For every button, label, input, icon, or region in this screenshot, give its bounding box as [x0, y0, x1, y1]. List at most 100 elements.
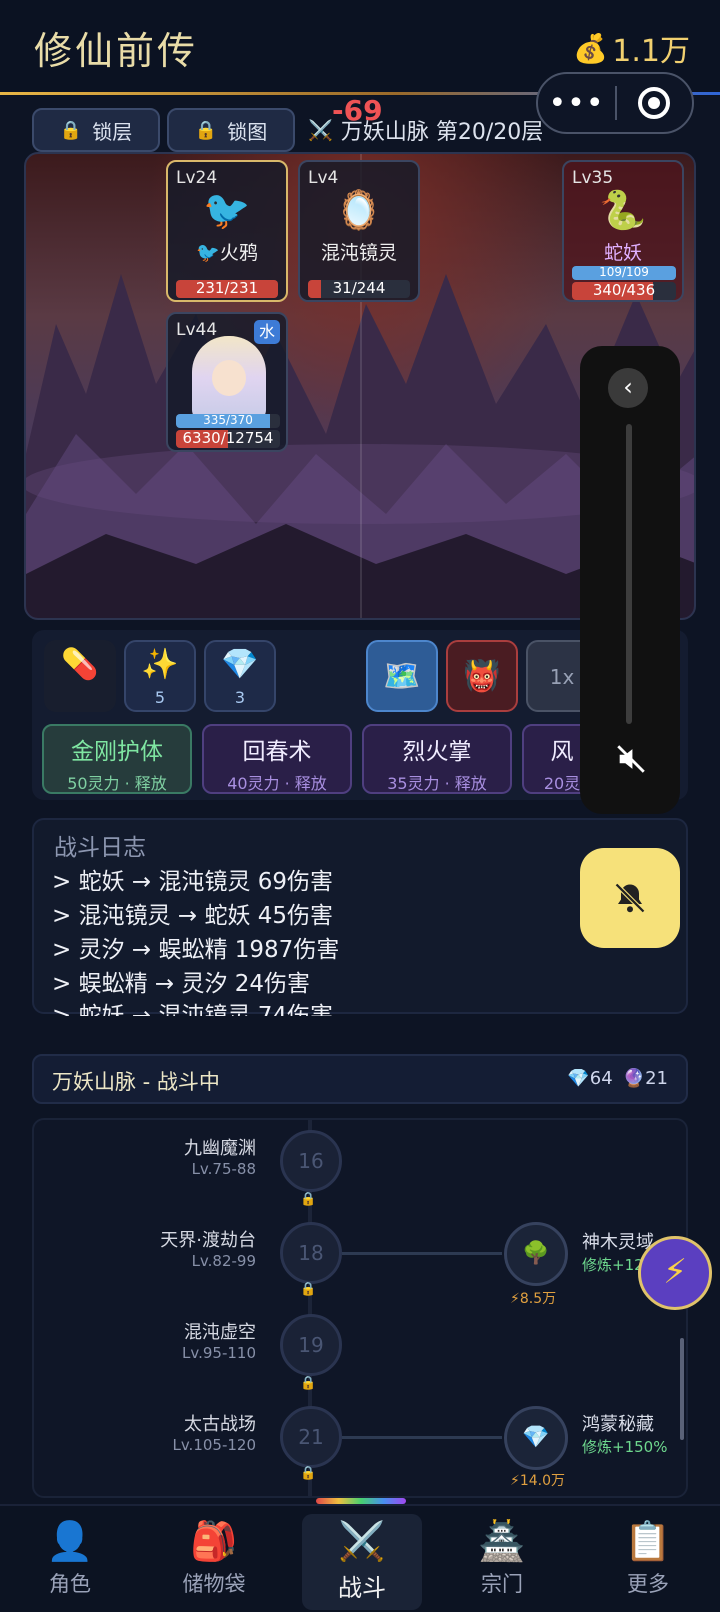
lock-icon: 🔒 — [194, 119, 218, 141]
nav-tab-battle[interactable]: ⚔️ 战斗 — [302, 1514, 422, 1610]
close-miniprogram-button[interactable] — [617, 87, 692, 119]
snake-icon: 🐍 — [599, 188, 647, 232]
tree-icon[interactable]: 🌳 — [504, 1222, 568, 1286]
nav-tab-more[interactable]: 📋 更多 — [588, 1514, 708, 1610]
stage-name: 混沌虚空 — [184, 1322, 256, 1343]
pagoda-icon: 🏯 — [478, 1519, 526, 1563]
lock-map-button[interactable]: 🔒 锁图 — [167, 108, 295, 152]
item-sparkle-button[interactable]: ✨ 5 — [124, 640, 196, 712]
stage-node[interactable]: 18 — [280, 1222, 342, 1284]
crow-icon: 🐦 — [203, 188, 251, 232]
ally-card-fire-crow[interactable]: Lv24 🐦 🐦火鸦 231/231 — [166, 160, 288, 302]
ally-card-chaos-mirror[interactable]: Lv4 🪞 混沌镜灵 31/244 — [298, 160, 420, 302]
skill-button[interactable]: 金刚护体 50灵力 · 释放 — [42, 724, 192, 794]
bottom-nav: 👤 角色 🎒 储物袋 ⚔️ 战斗 🏯 宗门 📋 更多 — [0, 1504, 720, 1612]
element-badge: 水 — [254, 320, 280, 344]
stage-name: 太古战场 — [184, 1414, 256, 1435]
backpack-icon: 🎒 — [190, 1519, 238, 1563]
nav-tab-sect[interactable]: 🏯 宗门 — [442, 1514, 562, 1610]
region-status-bar: 万妖山脉 - 战斗中 💎64 🔮21 — [32, 1054, 688, 1104]
nav-label: 储物袋 — [182, 1572, 246, 1596]
unit-level: Lv44 — [176, 320, 218, 340]
battle-log-title: 战斗日志 — [54, 835, 146, 861]
nav-label: 战斗 — [338, 1574, 386, 1602]
stage-name: 天界·渡劫台 — [160, 1230, 256, 1251]
skill-name: 金刚护体 — [71, 739, 163, 765]
mp-text: 335/370 — [203, 414, 253, 427]
log-line: > 灵汐 → 蜈蚣精 1987伤害 — [52, 937, 340, 963]
stage-node[interactable]: 19 — [280, 1314, 342, 1376]
lock-icon: 🔒 — [300, 1466, 317, 1481]
mp-bar: 335/370 — [176, 414, 280, 428]
demon-button[interactable]: 👹 — [446, 640, 518, 712]
unit-name: 🐦火鸦 — [196, 242, 258, 264]
miniprogram-capsule: ••• — [536, 72, 694, 134]
stage-levels: Lv.75-88 — [191, 1160, 256, 1178]
unit-level: Lv35 — [572, 168, 614, 188]
person-icon: 👤 — [46, 1519, 94, 1563]
app-title: 修仙前传 — [34, 29, 199, 73]
coin-balance: 💰 1.1万 — [573, 26, 690, 70]
hp-bar: 6330/12754 — [176, 430, 280, 448]
stage-name: 九幽魔渊 — [184, 1138, 256, 1159]
nav-label: 角色 — [49, 1572, 91, 1596]
crystal-icon[interactable]: 💎 — [504, 1406, 568, 1470]
lock-icon: 🔒 — [59, 119, 83, 141]
unit-name: 混沌镜灵 — [320, 242, 397, 264]
nav-tab-bag[interactable]: 🎒 储物袋 — [154, 1514, 274, 1610]
lock-layer-button[interactable]: 🔒 锁层 — [32, 108, 160, 152]
resource-orbs: 🔮21 — [622, 1068, 668, 1089]
ally-card-hero[interactable]: Lv44 水 335/370 6330/12754 — [166, 312, 288, 452]
hp-bar: 31/244 — [308, 280, 410, 298]
coin-value: 1.1万 — [612, 34, 690, 69]
sparkle-icon: ✨ — [141, 647, 179, 682]
chevron-left-icon[interactable]: ‹ — [608, 368, 648, 408]
lightning-icon[interactable]: ⚡ — [638, 1236, 712, 1310]
mute-notification-button[interactable] — [580, 848, 680, 948]
hp-bar: 231/231 — [176, 280, 278, 298]
map-icon: 🗺️ — [383, 659, 421, 694]
mp-text: 109/109 — [599, 266, 649, 279]
resource-gems: 💎64 — [567, 1068, 613, 1089]
stage-levels: Lv.82-99 — [191, 1252, 256, 1270]
crystal-ball-icon: 🔮 — [622, 1068, 646, 1089]
branch-connector — [342, 1436, 502, 1439]
branch-bonus: 修炼+150% — [582, 1438, 668, 1456]
hp-bar: 340/436 — [572, 282, 676, 300]
resource-counter: 💎64 🔮21 — [567, 1068, 668, 1089]
branch-cost: ⚡8.5万 — [510, 1291, 557, 1307]
item-pill-button[interactable]: 💊 — [44, 640, 116, 712]
stage-node[interactable]: 16 — [280, 1130, 342, 1192]
hp-text: 231/231 — [195, 280, 259, 297]
item-count: 5 — [154, 688, 166, 707]
stage-levels: Lv.95-110 — [182, 1344, 256, 1362]
log-line: > 混沌镜灵 → 蛇妖 45伤害 — [52, 903, 334, 929]
region-map: 16 九幽魔渊 Lv.75-88 🔒 18 天界·渡劫台 Lv.82-99 🔒 … — [32, 1118, 688, 1498]
unit-level: Lv24 — [176, 168, 218, 188]
map-button[interactable]: 🗺️ — [366, 640, 438, 712]
item-gem-button[interactable]: 💎 3 — [204, 640, 276, 712]
nav-tab-role[interactable]: 👤 角色 — [10, 1514, 130, 1610]
enemy-card-snake-demon[interactable]: Lv35 🐍 蛇妖 109/109 340/436 — [562, 160, 684, 302]
nav-label: 宗门 — [481, 1572, 523, 1596]
stage-node[interactable]: 21 — [280, 1406, 342, 1468]
volume-panel: ‹ — [580, 346, 680, 814]
skill-button[interactable]: 烈火掌 35灵力 · 释放 — [362, 724, 512, 794]
skill-button[interactable]: 回春术 40灵力 · 释放 — [202, 724, 352, 794]
skill-name: 烈火掌 — [402, 739, 472, 765]
skill-cost: 35灵力 · 释放 — [387, 774, 487, 793]
demon-mask-icon: 👹 — [463, 659, 501, 694]
mute-icon[interactable] — [614, 742, 648, 776]
volume-slider[interactable] — [626, 424, 632, 724]
pill-icon: 💊 — [61, 647, 99, 682]
hero-face — [212, 360, 246, 396]
bell-off-icon — [614, 882, 646, 914]
skill-cost: 50灵力 · 释放 — [67, 774, 167, 793]
region-status-text: 万妖山脉 - 战斗中 — [52, 1070, 220, 1094]
hp-text: 6330/12754 — [182, 430, 274, 447]
map-scrollbar[interactable] — [680, 1338, 684, 1440]
branch-name: 鸿蒙秘藏 — [582, 1414, 654, 1435]
more-menu-button[interactable]: ••• — [538, 86, 615, 121]
unit-name: 蛇妖 — [603, 242, 642, 264]
lock-icon: 🔒 — [300, 1282, 317, 1297]
